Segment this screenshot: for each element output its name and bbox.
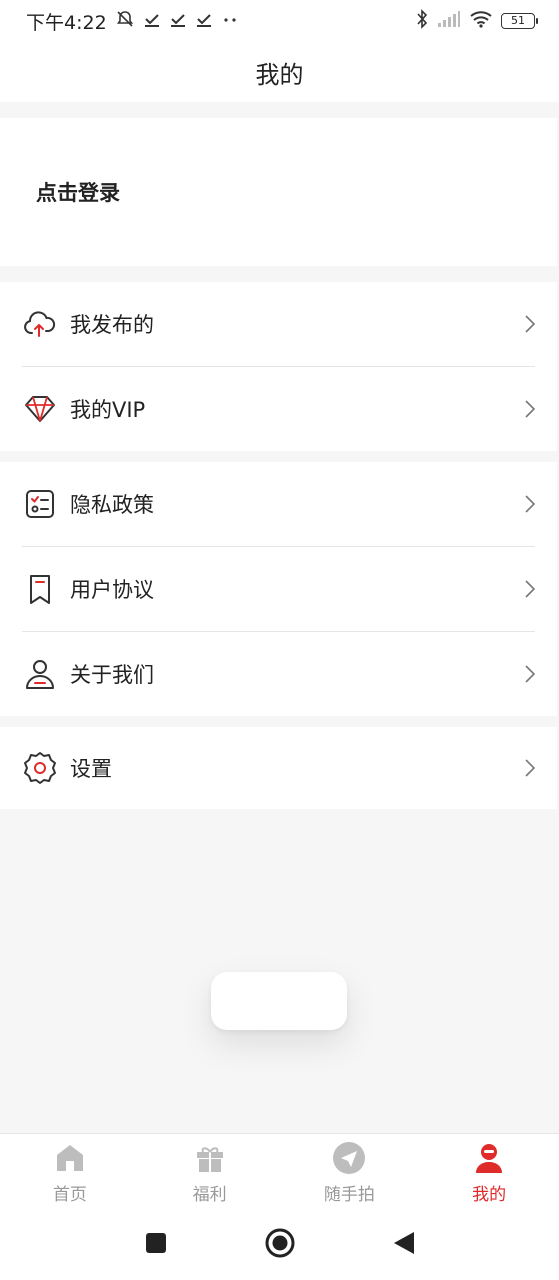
- menu-group-2: 隐私政策 用户协议 关于我们: [0, 462, 557, 716]
- recent-apps-button[interactable]: [144, 1231, 168, 1259]
- home-icon: [52, 1140, 88, 1176]
- diamond-icon: [22, 391, 58, 427]
- menu-item-my-posts[interactable]: 我发布的: [0, 282, 557, 366]
- menu-label: 用户协议: [70, 578, 154, 602]
- signal-icon: [437, 10, 461, 32]
- menu-item-about-us[interactable]: 关于我们: [0, 632, 557, 716]
- chevron-right-icon: [523, 579, 537, 599]
- wifi-icon: [469, 10, 493, 32]
- send-icon: [331, 1140, 367, 1176]
- status-time: 下午4:22: [26, 11, 107, 34]
- menu-item-privacy-policy[interactable]: 隐私政策: [0, 462, 557, 546]
- menu-label: 隐私政策: [70, 493, 154, 517]
- chevron-right-icon: [523, 758, 537, 778]
- user-icon: [471, 1140, 507, 1176]
- bottom-nav: 首页 福利 随手拍 我的: [0, 1133, 559, 1210]
- gift-icon: [192, 1140, 228, 1176]
- check-icon: [143, 10, 161, 33]
- bluetooth-icon: [415, 9, 429, 33]
- checklist-icon: [22, 486, 58, 522]
- status-left: 下午4:22: [26, 8, 239, 35]
- system-nav-bar: [0, 1210, 559, 1280]
- login-card[interactable]: 点击登录: [0, 118, 557, 266]
- back-button[interactable]: [392, 1230, 416, 1260]
- menu-label: 设置: [70, 757, 112, 781]
- home-button[interactable]: [264, 1227, 296, 1263]
- menu-group-3: 设置: [0, 727, 557, 809]
- mute-bell-icon: [115, 9, 135, 34]
- tab-mine[interactable]: 我的: [419, 1134, 559, 1210]
- tab-label: 福利: [192, 1185, 227, 1205]
- tab-welfare[interactable]: 福利: [140, 1134, 280, 1210]
- tab-label: 首页: [52, 1185, 87, 1205]
- tab-label: 随手拍: [323, 1185, 375, 1205]
- menu-label: 我的VIP: [70, 398, 146, 422]
- tab-home[interactable]: 首页: [0, 1134, 140, 1210]
- battery-icon: 51: [501, 13, 538, 29]
- login-link[interactable]: 点击登录: [36, 177, 120, 207]
- page-title: 我的: [255, 60, 304, 89]
- battery-level: 51: [511, 14, 525, 27]
- menu-item-my-vip[interactable]: 我的VIP: [0, 367, 557, 451]
- chevron-right-icon: [523, 314, 537, 334]
- menu-group-1: 我发布的 我的VIP: [0, 282, 557, 451]
- menu-item-user-agreement[interactable]: 用户协议: [0, 547, 557, 631]
- page-header: 我的: [0, 42, 559, 102]
- toast-popup: [211, 972, 347, 1030]
- more-dots-icon: [221, 10, 239, 33]
- check-icon: [195, 10, 213, 33]
- menu-label: 关于我们: [70, 663, 154, 687]
- cloud-upload-icon: [22, 306, 58, 342]
- check-icon: [169, 10, 187, 33]
- menu-item-settings[interactable]: 设置: [0, 727, 557, 809]
- tab-label: 我的: [472, 1185, 507, 1205]
- person-icon: [22, 656, 58, 692]
- chevron-right-icon: [523, 399, 537, 419]
- gear-icon: [22, 750, 58, 786]
- chevron-right-icon: [523, 494, 537, 514]
- status-right: 51: [415, 9, 538, 33]
- bookmark-icon: [22, 571, 58, 607]
- chevron-right-icon: [523, 664, 537, 684]
- tab-snapshot[interactable]: 随手拍: [280, 1134, 420, 1210]
- menu-label: 我发布的: [70, 313, 154, 337]
- status-bar: 下午4:22 51: [0, 0, 559, 42]
